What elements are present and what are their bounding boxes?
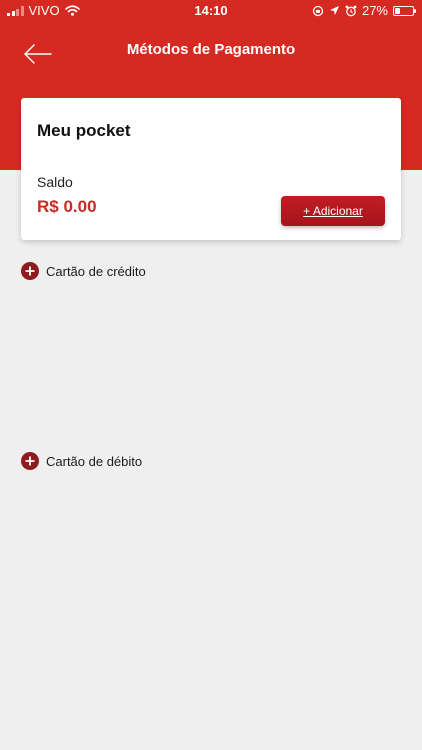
plus-circle-icon bbox=[21, 452, 39, 470]
alarm-icon bbox=[345, 5, 357, 16]
balance-value: R$ 0.00 bbox=[37, 197, 97, 216]
rotation-lock-icon bbox=[312, 5, 324, 16]
battery-level bbox=[395, 7, 400, 14]
status-right: 27% bbox=[312, 3, 416, 18]
location-icon bbox=[329, 6, 339, 15]
balance-label: Saldo bbox=[37, 174, 73, 190]
add-credit-card-row[interactable]: Cartão de crédito bbox=[21, 262, 146, 280]
page-title: Métodos de Pagamento bbox=[126, 41, 296, 58]
credit-card-label: Cartão de crédito bbox=[46, 263, 146, 279]
status-bar: VIVO 14:10 27% bbox=[0, 0, 422, 22]
add-debit-card-row[interactable]: Cartão de débito bbox=[21, 452, 142, 470]
plus-circle-icon bbox=[21, 262, 39, 280]
add-balance-button[interactable]: + Adicionar bbox=[281, 196, 385, 226]
battery-percentage: 27% bbox=[361, 3, 388, 18]
pocket-card: Meu pocket Saldo R$ 0.00 + Adicionar bbox=[21, 98, 401, 240]
debit-card-label: Cartão de débito bbox=[46, 453, 143, 469]
pocket-title: Meu pocket bbox=[37, 121, 131, 140]
battery-icon bbox=[393, 5, 416, 16]
